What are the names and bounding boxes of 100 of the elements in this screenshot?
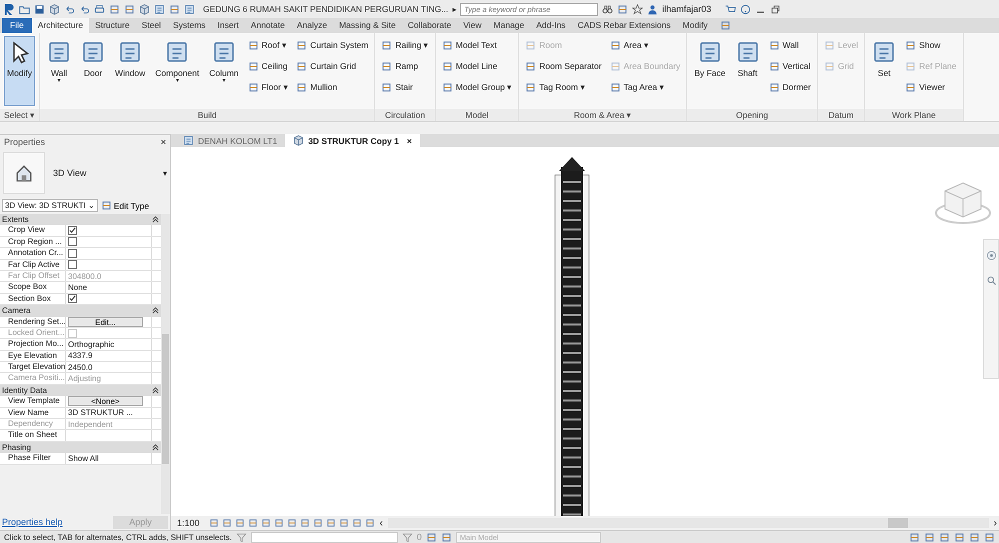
panel-title[interactable]: Model bbox=[436, 109, 518, 121]
view-control-icon[interactable] bbox=[352, 518, 362, 528]
panel-toggle-icon[interactable] bbox=[720, 20, 731, 31]
panel-title[interactable]: Build bbox=[40, 109, 374, 121]
toolbar-icon[interactable] bbox=[169, 4, 180, 14]
view-control-icon[interactable] bbox=[312, 518, 323, 528]
scale-label[interactable]: 1:100 bbox=[177, 518, 200, 528]
selection-icon[interactable] bbox=[969, 532, 980, 542]
instance-dropdown[interactable]: 3D View: 3D STRUKTI ⌄ bbox=[2, 199, 98, 212]
view-control-icon[interactable] bbox=[208, 518, 219, 528]
ribbon-button[interactable]: Dormer bbox=[766, 78, 813, 96]
close-button[interactable]: × bbox=[160, 137, 166, 147]
save-icon[interactable] bbox=[34, 4, 45, 14]
scroll-right-arrow[interactable]: › bbox=[992, 518, 999, 528]
panel-title[interactable]: Opening bbox=[687, 109, 817, 121]
ribbon-button[interactable]: Room Separator bbox=[523, 57, 604, 75]
checkbox[interactable] bbox=[68, 237, 77, 246]
ribbon-button[interactable]: Modify bbox=[4, 36, 36, 106]
ribbon-button[interactable]: Mullion bbox=[294, 78, 370, 96]
scroll-left-arrow[interactable]: ‹ bbox=[378, 518, 385, 528]
ribbon-button[interactable]: Shaft bbox=[732, 36, 762, 106]
ribbon-tab[interactable]: Steel bbox=[136, 18, 167, 33]
selection-icon[interactable] bbox=[924, 532, 935, 542]
ribbon-tab[interactable]: Architecture bbox=[32, 18, 90, 33]
undo-icon[interactable] bbox=[64, 4, 75, 14]
scrollbar[interactable] bbox=[388, 518, 989, 528]
ribbon-button[interactable]: Stair bbox=[379, 78, 431, 96]
view-control-icon[interactable] bbox=[364, 518, 375, 528]
ribbon-button[interactable]: Vertical bbox=[766, 57, 813, 75]
value-button[interactable]: Edit... bbox=[68, 316, 143, 327]
scrollbar[interactable] bbox=[161, 214, 170, 514]
view-control-icon[interactable] bbox=[260, 518, 271, 528]
ribbon-button[interactable]: Tag Area ▾ bbox=[608, 78, 682, 96]
restore-icon[interactable] bbox=[770, 4, 782, 14]
user-name[interactable]: ilhamfajar03 bbox=[662, 4, 712, 14]
ribbon-tab[interactable]: Add-Ins bbox=[530, 18, 572, 33]
ribbon-tab[interactable]: Massing & Site bbox=[333, 18, 402, 33]
ribbon-button[interactable]: Curtain System bbox=[294, 36, 370, 54]
ribbon-tab[interactable]: Manage bbox=[488, 18, 530, 33]
dropdown-caret[interactable]: ▾ bbox=[163, 168, 167, 178]
toolbar-icon[interactable] bbox=[426, 532, 437, 542]
user-icon[interactable] bbox=[647, 4, 658, 14]
filter-icon[interactable] bbox=[402, 532, 413, 542]
filter-icon[interactable] bbox=[236, 532, 247, 542]
ribbon-button[interactable]: Wall bbox=[766, 36, 813, 54]
panel-title[interactable]: Work Plane bbox=[865, 109, 963, 121]
help-link[interactable]: Properties help bbox=[2, 517, 63, 527]
toolbar-icon[interactable] bbox=[617, 4, 628, 14]
panel-title[interactable]: Select ▾ bbox=[0, 109, 40, 121]
ribbon-button[interactable]: Set bbox=[869, 36, 900, 106]
ribbon-tab[interactable]: View bbox=[457, 18, 488, 33]
ribbon-button[interactable]: Ceiling bbox=[246, 57, 290, 75]
group-header[interactable]: Phasing bbox=[0, 442, 161, 454]
selection-icon[interactable] bbox=[939, 532, 950, 542]
ribbon-button[interactable]: Ramp bbox=[379, 57, 431, 75]
group-header[interactable]: Extents bbox=[0, 214, 161, 226]
redo-icon[interactable] bbox=[79, 4, 90, 14]
edit-type-button[interactable]: Edit Type bbox=[100, 200, 150, 211]
view-control-icon[interactable] bbox=[300, 518, 310, 528]
ribbon-tab[interactable]: Annotate bbox=[244, 18, 291, 33]
ribbon-button[interactable]: Railing ▾ bbox=[379, 36, 431, 54]
ribbon-button[interactable]: Area ▾ bbox=[608, 36, 682, 54]
group-header[interactable]: Identity Data bbox=[0, 384, 161, 396]
ribbon-tab[interactable]: Systems bbox=[166, 18, 212, 33]
document-tab[interactable]: 3D STRUKTUR Copy 1 × bbox=[285, 134, 420, 147]
cart-icon[interactable] bbox=[725, 4, 736, 14]
panel-title[interactable]: Datum bbox=[818, 109, 864, 121]
ribbon-tab[interactable]: CADS Rebar Extensions bbox=[572, 18, 677, 33]
ribbon-button[interactable]: Curtain Grid bbox=[294, 57, 370, 75]
ribbon-button[interactable]: Show bbox=[903, 36, 959, 54]
search-icon[interactable] bbox=[602, 4, 614, 14]
view-control-icon[interactable] bbox=[326, 518, 336, 528]
selection-icon[interactable] bbox=[954, 532, 965, 542]
ribbon-button[interactable]: Model Group ▾ bbox=[440, 78, 514, 96]
open-icon[interactable] bbox=[19, 4, 30, 14]
ribbon-button[interactable]: Floor ▾ bbox=[246, 78, 290, 96]
ribbon-button[interactable]: Tag Room ▾ bbox=[523, 78, 604, 96]
ribbon-tab[interactable]: Analyze bbox=[290, 18, 334, 33]
ribbon-tab[interactable]: Modify bbox=[676, 18, 714, 33]
checkbox[interactable] bbox=[68, 294, 77, 304]
ribbon-tab[interactable]: Insert bbox=[212, 18, 245, 33]
help-icon[interactable] bbox=[740, 4, 752, 14]
view-control-icon[interactable] bbox=[234, 518, 245, 528]
type-selector[interactable]: 3D View ▾ bbox=[3, 151, 167, 195]
zoom-icon[interactable] bbox=[986, 275, 996, 286]
ribbon-button[interactable]: Model Text bbox=[440, 36, 514, 54]
ribbon-button[interactable]: Door bbox=[78, 36, 108, 106]
ribbon-button[interactable]: By Face bbox=[691, 36, 728, 106]
print-icon[interactable] bbox=[94, 4, 105, 14]
toolbar-icon[interactable] bbox=[440, 532, 452, 542]
toolbar-icon[interactable] bbox=[184, 4, 195, 14]
collapse-icon[interactable] bbox=[152, 307, 159, 314]
cube-icon[interactable] bbox=[139, 4, 150, 14]
checkbox[interactable] bbox=[68, 226, 77, 236]
group-header[interactable]: Camera bbox=[0, 305, 161, 317]
view-control-icon[interactable] bbox=[286, 518, 297, 528]
cube-icon[interactable] bbox=[49, 4, 60, 14]
ribbon-tab[interactable]: Collaborate bbox=[402, 18, 458, 33]
selection-icon[interactable] bbox=[909, 532, 920, 542]
value-button[interactable]: <None> bbox=[68, 396, 143, 406]
